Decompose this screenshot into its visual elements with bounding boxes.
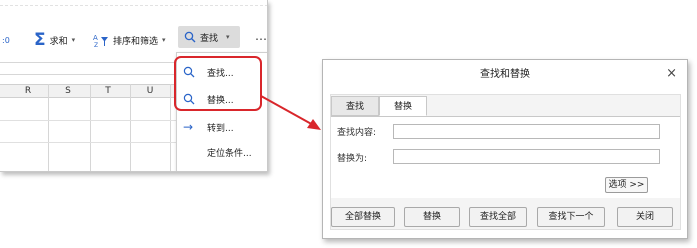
sum-button[interactable]: Σ 求和 ▾ — [34, 30, 75, 50]
menu-item-label: 定位条件... — [207, 148, 252, 159]
column-header[interactable]: U — [130, 86, 170, 96]
tab-bar: 查找 替换 — [331, 96, 428, 116]
sort-filter-icon: A Z — [93, 32, 109, 49]
menu-item-label: 转到... — [207, 123, 234, 134]
arrow-right-icon: → — [183, 120, 194, 134]
sum-label: 求和 — [49, 36, 68, 47]
sort-filter-label: 排序和筛选 — [113, 36, 159, 47]
replace-with-label: 替换为: — [337, 154, 368, 164]
column-header[interactable]: R — [8, 86, 48, 96]
menu-item-goto[interactable]: → 转到... — [183, 116, 234, 138]
replace-button[interactable]: 替换 — [404, 207, 460, 227]
find-what-label: 查找内容: — [337, 128, 377, 138]
tab-find[interactable]: 查找 — [331, 96, 380, 116]
sort-filter-button[interactable]: A Z 排序和筛选 ▾ — [93, 30, 166, 50]
tab-replace[interactable]: 替换 — [379, 96, 428, 116]
highlight-box — [174, 56, 262, 111]
dialog-body: 查找 替换 查找内容: 替换为: 选项 >> 全部替换 替换 查找全部 查找下一… — [330, 94, 681, 230]
column-header[interactable]: T — [88, 86, 128, 96]
close-button[interactable]: 关闭 — [617, 207, 673, 227]
screenshot-edge — [0, 0, 267, 6]
find-label: 查找 — [200, 33, 219, 44]
spreadsheet-window: :0 Σ 求和 ▾ A Z 排序和筛选 ▾ 查找 ▾ ⋯ R S T U 查找.… — [0, 0, 268, 172]
chevron-down-icon[interactable]: ▾ — [72, 36, 76, 44]
replace-with-input[interactable] — [393, 149, 660, 164]
replace-all-button[interactable]: 全部替换 — [331, 207, 395, 227]
close-icon[interactable]: × — [666, 67, 677, 81]
column-header[interactable]: S — [48, 86, 88, 96]
svg-text:A: A — [93, 34, 98, 42]
more-options-icon[interactable]: ⋯ — [255, 32, 267, 46]
menu-item-goto-special[interactable]: 定位条件... — [183, 141, 252, 163]
find-next-button[interactable]: 查找下一个 — [537, 207, 605, 227]
ribbon-clipped-edge: :0 — [2, 36, 10, 45]
chevron-down-icon[interactable]: ▾ — [162, 36, 166, 44]
find-replace-dialog: 查找和替换 × 查找 替换 查找内容: 替换为: 选项 >> 全部替换 替换 查… — [322, 59, 688, 239]
dialog-title: 查找和替换 — [480, 69, 530, 80]
options-button[interactable]: 选项 >> — [605, 177, 648, 193]
find-what-input[interactable] — [393, 124, 660, 139]
find-all-button[interactable]: 查找全部 — [469, 207, 527, 227]
find-button[interactable]: 查找 ▾ — [178, 26, 240, 48]
chevron-down-icon[interactable]: ▾ — [226, 33, 230, 41]
sigma-icon: Σ — [34, 30, 46, 50]
search-icon — [184, 31, 196, 43]
replace-panel: 查找内容: 替换为: 选项 >> — [331, 116, 680, 198]
button-row: 全部替换 替换 查找全部 查找下一个 关闭 — [331, 207, 680, 227]
svg-text:Z: Z — [94, 42, 98, 48]
